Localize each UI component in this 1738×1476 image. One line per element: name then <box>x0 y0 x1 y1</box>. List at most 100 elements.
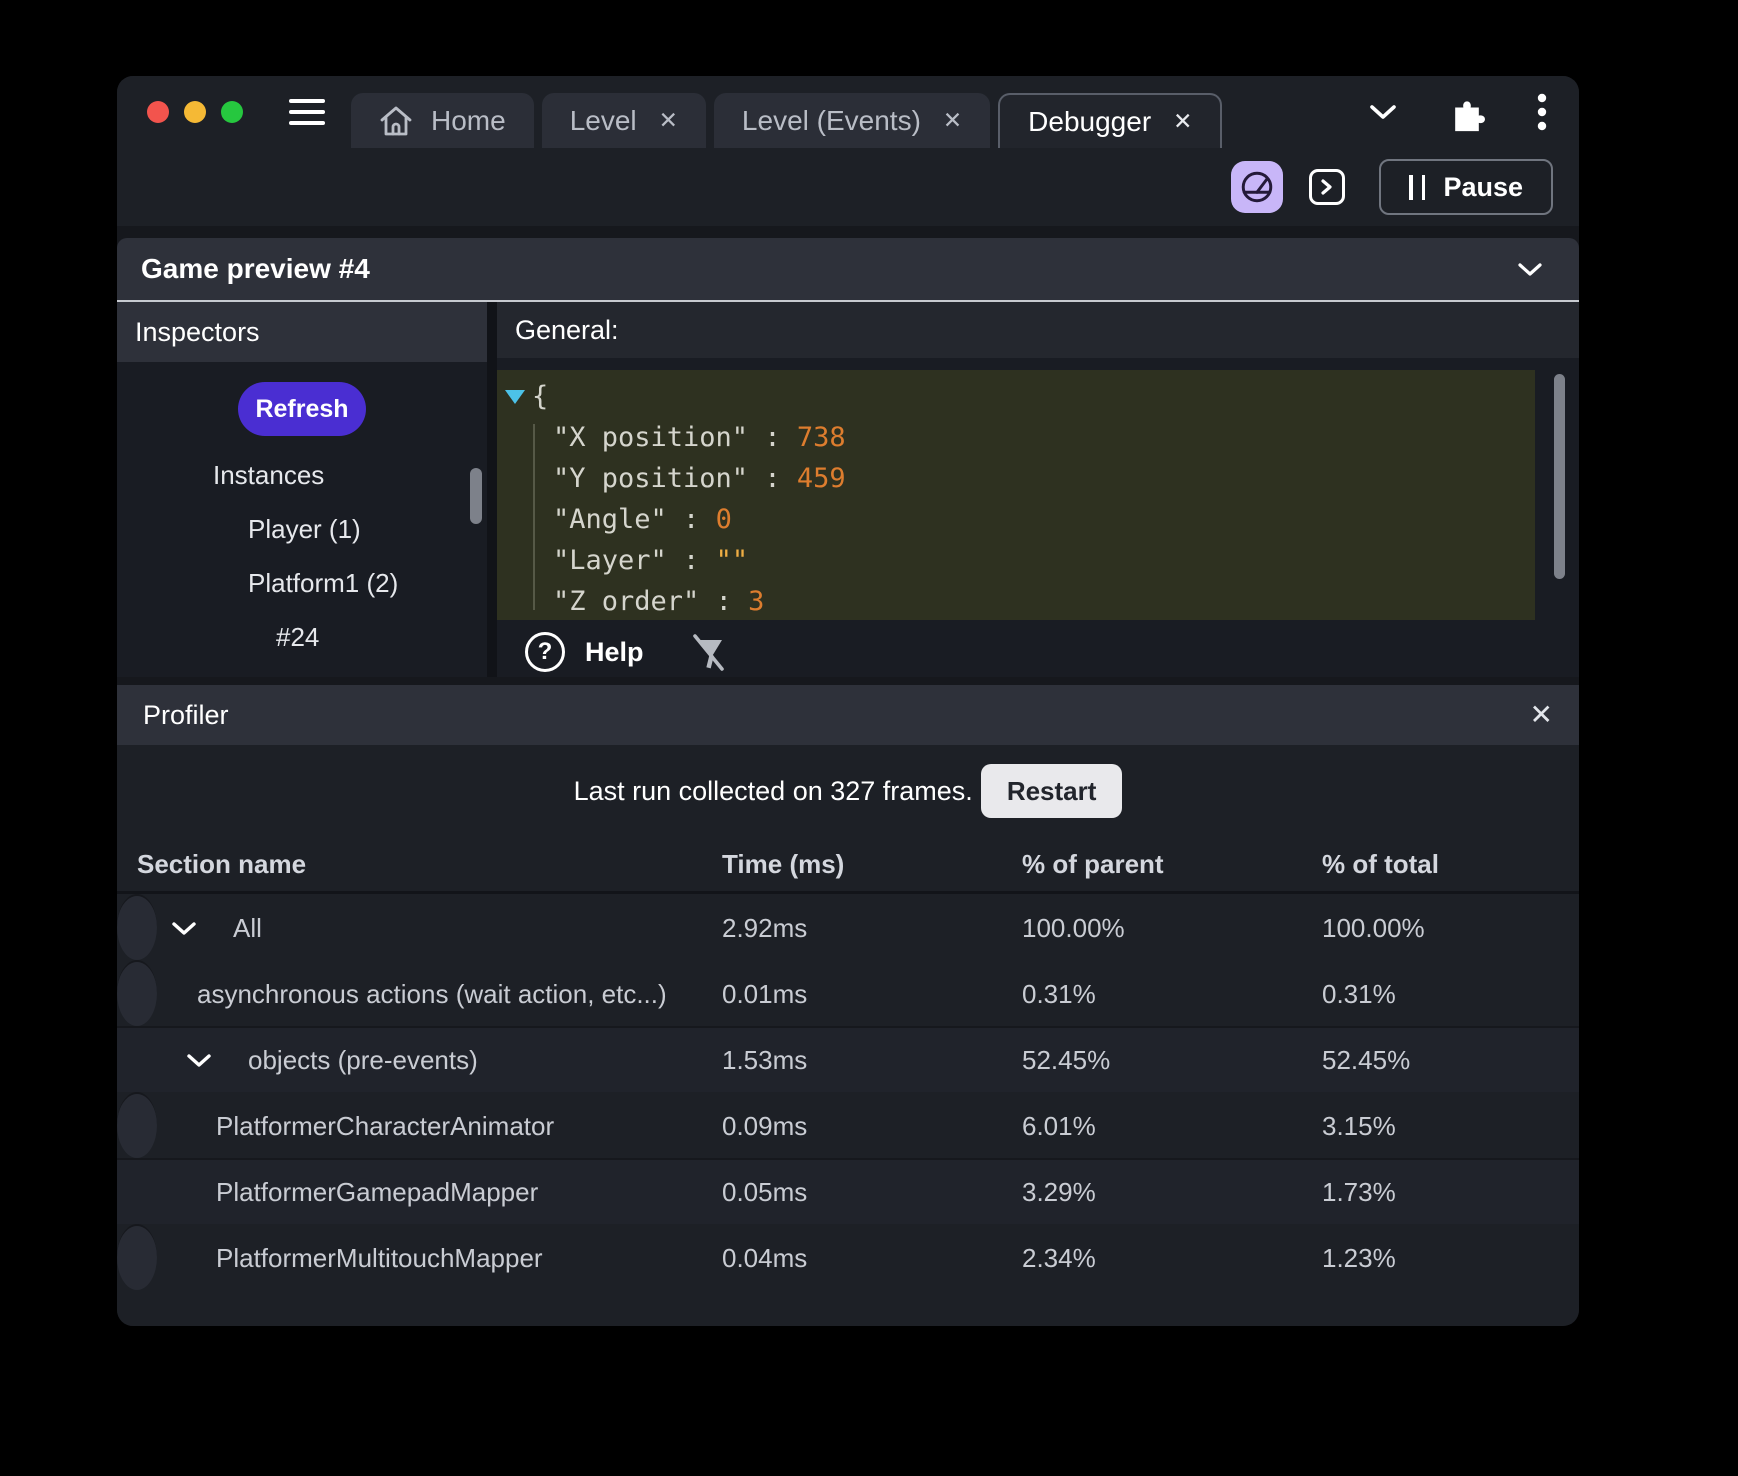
chevron-down-icon[interactable] <box>1369 104 1397 120</box>
tree-item-instances[interactable]: Instances <box>117 448 487 502</box>
json-value[interactable]: 459 <box>797 463 846 494</box>
app-window: Home Level ✕ Level (Events) ✕ Debugger ✕ <box>117 76 1579 1326</box>
time-value: 0.09ms <box>722 1110 808 1141</box>
table-row[interactable]: PlatformerGamepadMapper 0.05ms 3.29% 1.7… <box>117 1158 1579 1224</box>
json-key: "X position" <box>553 422 749 453</box>
inspectors-list: Refresh Instances Player (1) Platform1 (… <box>117 362 487 677</box>
inspectors-scrollbar[interactable] <box>470 468 482 524</box>
extensions-puzzle-icon[interactable] <box>1447 92 1487 132</box>
json-property-row: "Layer" : "" <box>553 545 749 576</box>
table-row[interactable]: All 2.92ms 100.00% 100.00% <box>117 894 1425 960</box>
tab-home[interactable]: Home <box>351 93 534 148</box>
maximize-window-button[interactable] <box>221 101 243 123</box>
help-label[interactable]: Help <box>585 637 644 668</box>
screen-background: Home Level ✕ Level (Events) ✕ Debugger ✕ <box>0 0 1738 1476</box>
game-preview-title: Game preview #4 <box>141 253 370 284</box>
restart-button[interactable]: Restart <box>980 764 1123 818</box>
percent-of-parent: 100.00% <box>1022 912 1125 943</box>
more-options-dots-icon[interactable] <box>1537 93 1547 131</box>
profiler-body: Last run collected on 327 frames. Restar… <box>117 745 1579 1326</box>
profiler-gauge-icon-button[interactable] <box>1231 161 1284 213</box>
inspectors-panel: Inspectors Refresh Instances Player (1) … <box>117 302 487 677</box>
tab-level[interactable]: Level ✕ <box>541 93 706 148</box>
pause-icon <box>1409 174 1426 200</box>
json-property-row: "X position" : 738 <box>553 422 846 453</box>
macos-traffic-lights <box>147 101 243 123</box>
section-name: asynchronous actions (wait action, etc..… <box>197 978 667 1009</box>
pause-button[interactable]: Pause <box>1379 159 1553 215</box>
json-value[interactable]: 0 <box>716 504 732 535</box>
debugger-toolbar: Pause <box>117 148 1579 226</box>
json-key: "Angle" <box>553 504 667 535</box>
help-icon[interactable]: ? <box>525 632 565 672</box>
time-value: 2.92ms <box>722 912 808 943</box>
profiler-table-header: Section name Time (ms) % of parent % of … <box>117 837 1579 891</box>
section-name: PlatformerMultitouchMapper <box>216 1242 543 1273</box>
json-property-row: "Z order" : 3 <box>553 586 765 617</box>
inspector-tree: Instances Player (1) Platform1 (2) #24 <box>117 448 487 664</box>
tab-label: Home <box>431 104 506 136</box>
percent-of-parent: 2.34% <box>1022 1242 1096 1273</box>
tab-label: Level <box>569 104 637 136</box>
json-value[interactable]: 738 <box>797 422 846 453</box>
minimize-window-button[interactable] <box>184 101 206 123</box>
unpin-icon[interactable] <box>688 632 726 672</box>
titlebar-right-icons <box>1369 92 1555 132</box>
refresh-button[interactable]: Refresh <box>238 382 366 436</box>
json-key: "Y position" <box>553 463 749 494</box>
percent-of-total: 100.00% <box>1322 912 1425 943</box>
time-value: 0.05ms <box>722 1176 808 1207</box>
json-root-line: { <box>503 376 1535 417</box>
percent-of-total: 1.73% <box>1322 1176 1396 1207</box>
pause-label: Pause <box>1443 171 1523 202</box>
debugger-panels: Inspectors Refresh Instances Player (1) … <box>117 302 1579 677</box>
console-icon-button[interactable] <box>1309 169 1346 205</box>
json-value[interactable]: 3 <box>748 586 764 617</box>
column-time: Time (ms) <box>722 848 845 879</box>
tree-item-instance-24[interactable]: #24 <box>117 610 487 664</box>
close-window-button[interactable] <box>147 101 169 123</box>
tab-level-events[interactable]: Level (Events) ✕ <box>713 93 991 148</box>
profiler-header: Profiler ✕ <box>117 685 1579 745</box>
time-value: 1.53ms <box>722 1044 808 1075</box>
chevron-down-icon[interactable] <box>1517 262 1543 277</box>
column-section-name: Section name <box>137 848 307 879</box>
instance-properties-json: { "X position" : 738 "Y position" : 459 … <box>497 370 1535 620</box>
json-property-row: "Y position" : 459 <box>553 463 846 494</box>
tab-bar: Home Level ✕ Level (Events) ✕ Debugger ✕ <box>351 93 1223 148</box>
json-value[interactable]: "" <box>716 545 749 576</box>
tab-debugger[interactable]: Debugger ✕ <box>998 93 1223 148</box>
tab-label: Level (Events) <box>741 104 921 136</box>
table-row[interactable]: PlatformerMultitouchMapper 0.04ms 2.34% … <box>117 1224 1396 1290</box>
general-panel: General: { "X position" : 738 "Y positio… <box>497 302 1579 677</box>
json-key: "Z order" <box>553 586 700 617</box>
chevron-down-icon[interactable] <box>171 921 197 936</box>
profiler-title: Profiler <box>143 699 229 730</box>
percent-of-total: 52.45% <box>1322 1044 1411 1075</box>
general-body: { "X position" : 738 "Y position" : 459 … <box>497 358 1579 677</box>
table-row[interactable]: objects (pre-events) 1.53ms 52.45% 52.45… <box>117 1026 1579 1092</box>
close-icon[interactable]: ✕ <box>1530 701 1553 729</box>
close-icon[interactable]: ✕ <box>1173 110 1192 133</box>
section-name: objects (pre-events) <box>248 1044 478 1075</box>
section-name: PlatformerGamepadMapper <box>216 1176 539 1207</box>
collapse-triangle-icon[interactable] <box>505 389 525 404</box>
section-name: All <box>233 912 262 943</box>
chevron-down-icon[interactable] <box>186 1053 212 1068</box>
percent-of-parent: 6.01% <box>1022 1110 1096 1141</box>
home-icon <box>379 105 413 137</box>
section-name: PlatformerCharacterAnimator <box>216 1110 555 1141</box>
percent-of-parent: 0.31% <box>1022 978 1096 1009</box>
hamburger-menu-icon[interactable] <box>289 99 325 125</box>
table-row[interactable]: PlatformerCharacterAnimator 0.09ms 6.01%… <box>117 1092 1396 1158</box>
close-icon[interactable]: ✕ <box>659 109 678 132</box>
percent-of-parent: 52.45% <box>1022 1044 1111 1075</box>
tree-item-platform1[interactable]: Platform1 (2) <box>117 556 487 610</box>
profiler-status-row: Last run collected on 327 frames. Restar… <box>117 745 1579 837</box>
general-scrollbar[interactable] <box>1554 374 1565 579</box>
tree-item-player[interactable]: Player (1) <box>117 502 487 556</box>
close-icon[interactable]: ✕ <box>943 109 962 132</box>
game-preview-header[interactable]: Game preview #4 <box>117 238 1579 300</box>
column-percent-parent: % of parent <box>1022 848 1164 879</box>
table-row[interactable]: asynchronous actions (wait action, etc..… <box>117 960 1396 1026</box>
